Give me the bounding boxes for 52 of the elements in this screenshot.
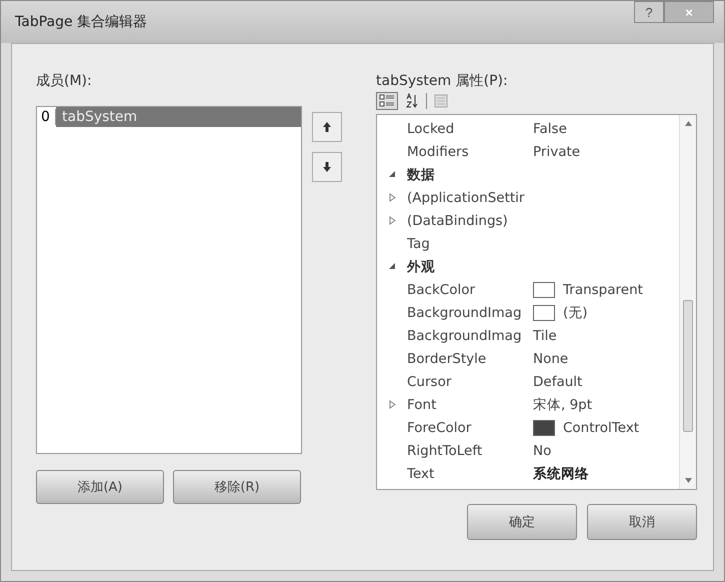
property-name: ForeColor — [407, 420, 472, 436]
property-value[interactable]: 宋体, 9pt — [533, 396, 592, 414]
properties-label: tabSystem 属性(P): — [376, 72, 509, 91]
property-value[interactable]: Default — [533, 374, 582, 390]
property-name: Modifiers — [407, 144, 470, 160]
window-title: TabPage 集合编辑器 — [15, 13, 148, 31]
expand-icon[interactable] — [388, 193, 396, 202]
property-name: Font — [407, 396, 438, 412]
arrow-up-icon — [322, 121, 332, 133]
property-name: BackColor — [407, 282, 476, 298]
expand-icon[interactable] — [388, 216, 396, 225]
property-name: BorderStyle — [407, 350, 488, 366]
category-label: 数据 — [407, 166, 435, 184]
dialog-button[interactable]: 取消 — [587, 504, 697, 540]
categorized-icon — [379, 94, 395, 108]
members-label: 成员(M): — [36, 72, 93, 91]
categorized-button[interactable] — [376, 92, 398, 110]
property-name: (DataBindings) — [407, 212, 509, 228]
property-value[interactable]: 系统网络 — [533, 464, 589, 482]
property-value[interactable]: (无) — [563, 304, 588, 322]
property-name: Cursor — [407, 374, 452, 390]
scrollbar[interactable] — [679, 115, 696, 489]
dialog-button[interactable]: 确定 — [467, 504, 577, 540]
property-name: Text — [407, 466, 436, 482]
property-value[interactable]: Tile — [533, 328, 557, 344]
property-name: RightToLeft — [407, 442, 484, 458]
list-button[interactable]: 移除(R) — [173, 470, 301, 504]
property-value[interactable]: None — [533, 350, 568, 366]
property-pages-icon — [434, 94, 448, 108]
category-label: 外观 — [407, 258, 435, 276]
property-value[interactable]: False — [533, 120, 567, 136]
property-value[interactable]: Transparent — [563, 282, 643, 298]
scrollbar-thumb[interactable] — [683, 300, 693, 432]
list-button[interactable]: 添加(A) — [36, 470, 164, 504]
property-value[interactable]: ControlText — [563, 420, 640, 436]
property-value[interactable]: Private — [533, 144, 580, 160]
property-name: Locked — [407, 120, 456, 136]
property-name: BackgroundImag — [407, 304, 523, 320]
arrow-down-icon — [322, 161, 332, 173]
move-up-button[interactable] — [312, 112, 342, 142]
scroll-down-icon[interactable] — [684, 478, 692, 483]
property-name: BackgroundImag — [407, 328, 523, 344]
move-down-button[interactable] — [312, 152, 342, 182]
property-name: (ApplicationSettir — [407, 190, 526, 206]
property-value[interactable]: No — [533, 442, 552, 458]
expand-icon[interactable] — [388, 400, 396, 409]
collapse-icon[interactable] — [388, 263, 396, 270]
property-name: Tag — [407, 236, 431, 252]
sort-az-icon — [405, 93, 419, 109]
collapse-icon[interactable] — [388, 171, 396, 178]
help-button[interactable]: ? — [634, 1, 664, 23]
scroll-up-icon[interactable] — [684, 121, 692, 126]
